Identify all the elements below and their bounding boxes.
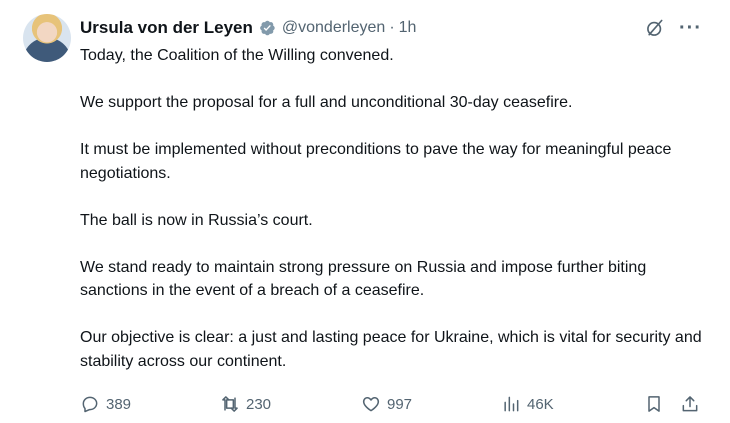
tweet-actions-bar: 389 230 997 46K xyxy=(80,394,700,418)
tweet-paragraph: The ball is now in Russia’s court. xyxy=(80,211,313,229)
tweet-text: Today, the Coalition of the Willing conv… xyxy=(80,44,710,373)
retweet-count: 230 xyxy=(246,395,272,413)
retweet-icon xyxy=(222,396,238,412)
avatar[interactable] xyxy=(23,14,71,62)
retweet-button[interactable]: 230 xyxy=(220,394,271,414)
more-icon[interactable]: ··· xyxy=(679,18,702,38)
bookmark-button[interactable] xyxy=(644,394,664,414)
reply-count: 389 xyxy=(106,395,132,413)
tweet-paragraph: Our objective is clear: a just and lasti… xyxy=(80,329,702,370)
like-count: 997 xyxy=(387,395,413,413)
tweet-paragraph: We support the proposal for a full and u… xyxy=(80,94,573,111)
tweet-paragraph: It must be implemented without precondit… xyxy=(80,141,672,182)
timestamp[interactable]: 1h xyxy=(399,19,417,37)
tweet-paragraph: Today, the Coalition of the Willing conv… xyxy=(80,47,394,64)
tweet-paragraph: We stand ready to maintain strong pressu… xyxy=(80,258,647,300)
reply-icon xyxy=(82,396,98,413)
grok-icon[interactable] xyxy=(645,18,665,38)
views-button[interactable]: 46K xyxy=(501,394,554,414)
bookmark-icon xyxy=(648,396,660,412)
author-display-name[interactable]: Ursula von der Leyen xyxy=(80,18,253,38)
views-count: 46K xyxy=(527,395,554,413)
author-handle[interactable]: @vonderleyen xyxy=(282,19,385,37)
tweet-card: Ursula von der Leyen @vonderleyen · 1h ·… xyxy=(0,0,730,423)
tweet-top-actions: ··· xyxy=(645,18,702,38)
share-button[interactable] xyxy=(680,394,700,414)
reply-button[interactable]: 389 xyxy=(80,394,131,414)
verified-badge-icon xyxy=(260,20,275,36)
share-icon xyxy=(682,396,698,412)
like-button[interactable]: 997 xyxy=(361,394,412,414)
tweet-header: Ursula von der Leyen @vonderleyen · 1h xyxy=(80,16,690,40)
heart-icon xyxy=(362,397,380,412)
analytics-icon xyxy=(504,396,519,412)
separator-dot: · xyxy=(389,19,395,36)
